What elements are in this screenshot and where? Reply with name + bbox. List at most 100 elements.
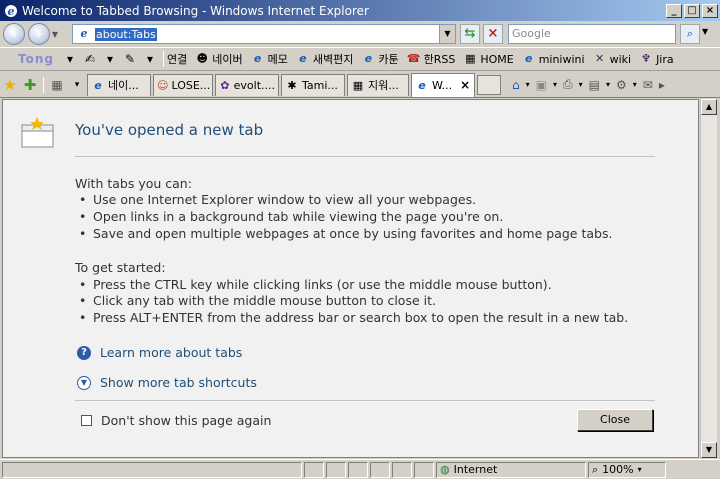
scrap-icon[interactable]: ✍ [82, 51, 98, 67]
home-icon[interactable]: ⌂ [512, 78, 520, 92]
ie-page-icon: e [76, 27, 92, 42]
address-dropdown[interactable]: ▼ [439, 25, 455, 43]
tools-dropdown[interactable]: ▾ [633, 80, 637, 89]
recent-pages-dropdown[interactable]: ▼ [50, 30, 60, 39]
zoom-icon: ⌕ [592, 462, 599, 476]
close-button[interactable]: Close [577, 409, 653, 431]
close-window-button[interactable]: × [702, 3, 718, 18]
link-memo[interactable]: e 메모 [251, 51, 288, 67]
zoom-control[interactable]: ⌕ 100% ▾ [588, 461, 666, 478]
status-text-panel [2, 461, 302, 478]
ie-page-icon: e [364, 52, 373, 65]
help-icon[interactable]: ▸ [659, 78, 665, 92]
links-toolbar: Tong ▾ ✍ ▾ ✎ ▾ 연결 ☻ 네이버 e 메모 e 새벽편지 e 카툰 ☎ 한R… [0, 47, 720, 71]
stop-icon: × [487, 26, 499, 41]
vertical-scrollbar[interactable]: ▲ ▼ [700, 99, 717, 458]
link-dawn-letter[interactable]: e 새벽편지 [296, 51, 353, 67]
page-icon: ▦ [352, 78, 364, 92]
toolbar-dropdown-icon[interactable]: ▾ [62, 51, 78, 67]
link-home[interactable]: ▦ HOME [463, 52, 514, 66]
feeds-icon[interactable]: ▣ [536, 78, 547, 92]
stop-button[interactable]: × [483, 24, 503, 44]
command-bar: ⌂ ▾ ▣ ▾ ⎙ ▾ ▤ ▾ ⚙ ▾ ✉ ▸ [509, 77, 668, 92]
dont-show-option[interactable]: Don't show this page again [81, 413, 271, 428]
status-panel [304, 461, 324, 478]
evolt-icon: ✿ [220, 78, 230, 92]
search-options-dropdown[interactable]: ▼ [702, 27, 714, 36]
add-favorite-icon[interactable]: ✚ [20, 76, 40, 94]
divider [75, 156, 655, 157]
list-item: Open links in a background tab while vie… [79, 209, 503, 224]
link-naver[interactable]: ☻ 네이버 [195, 51, 242, 67]
research-icon[interactable]: ✉ [643, 78, 653, 92]
tab-evolt[interactable]: ✿ evolt.... [215, 73, 279, 96]
print-dropdown[interactable]: ▾ [579, 80, 583, 89]
wiki-icon: ✕ [594, 52, 605, 65]
toolbar-separator [162, 51, 164, 67]
status-panel [370, 461, 390, 478]
title-bar: e Welcome to Tabbed Browsing - Windows I… [0, 0, 720, 21]
tab-tami[interactable]: ✱ Tami... [281, 73, 345, 96]
tab-naver[interactable]: e 네이... [87, 73, 151, 96]
toolbar-dropdown-icon[interactable]: ▾ [102, 51, 118, 67]
quick-tabs-icon[interactable]: ▦ [47, 78, 67, 92]
link-connect[interactable]: 연결 [167, 51, 187, 67]
search-button[interactable]: ⌕ [680, 24, 700, 44]
tab-welcome[interactable]: e W... × [411, 72, 475, 97]
scroll-down-button[interactable]: ▼ [701, 442, 717, 458]
minimize-button[interactable]: _ [666, 3, 682, 18]
address-text[interactable]: about:Tabs [95, 27, 157, 41]
link-wiki[interactable]: ✕ wiki [593, 52, 631, 66]
tab-lose[interactable]: ☺ LOSE... [153, 73, 213, 96]
tong-logo[interactable]: Tong [18, 52, 54, 66]
dont-show-checkbox[interactable] [81, 415, 92, 426]
forward-arrow-icon: › [36, 26, 42, 42]
close-tab-button[interactable]: × [460, 78, 470, 92]
forward-button[interactable]: › [28, 23, 50, 45]
expand-chevron-icon: ▼ [77, 375, 91, 390]
page-dropdown[interactable]: ▾ [606, 80, 610, 89]
feeds-dropdown[interactable]: ▾ [553, 80, 557, 89]
address-bar[interactable]: e about:Tabs ▼ [72, 24, 456, 44]
tab-bar: ★ ✚ ▦ ▾ e 네이... ☺ LOSE... ✿ evolt.... ✱ Tami… [0, 72, 720, 98]
scroll-up-button[interactable]: ▲ [701, 99, 717, 115]
link-jira[interactable]: ♆ Jira [639, 52, 674, 66]
status-panel [414, 461, 434, 478]
ie-page-icon: e [299, 52, 307, 65]
toolbar-dropdown-icon[interactable]: ▾ [142, 51, 158, 67]
spider-icon: ✱ [287, 78, 297, 92]
back-arrow-icon: ‹ [11, 26, 17, 42]
status-panel [326, 461, 346, 478]
ie-logo-icon: e [3, 3, 19, 19]
status-bar: ◍ Internet ⌕ 100% ▾ [0, 459, 720, 479]
list-item: Click any tab with the middle mouse butt… [79, 293, 436, 308]
tab-list-dropdown[interactable]: ▾ [67, 80, 87, 90]
zoom-dropdown[interactable]: ▾ [638, 465, 642, 474]
security-zone[interactable]: ◍ Internet [436, 461, 586, 478]
svg-text:e: e [81, 27, 88, 39]
link-miniwini[interactable]: e miniwini [522, 52, 585, 66]
with-tabs-heading: With tabs you can: [75, 176, 192, 191]
favorites-star-icon[interactable]: ★ [0, 76, 20, 94]
link-cartoon[interactable]: e 카툰 [361, 51, 399, 67]
jira-icon: ♆ [641, 52, 651, 65]
tab-delete[interactable]: ▦ 지워... [347, 73, 409, 96]
maximize-button[interactable]: □ [684, 3, 700, 18]
new-tab-button[interactable] [477, 74, 501, 95]
link-rss[interactable]: ☎ 한RSS [407, 51, 456, 67]
page-title: You've opened a new tab [75, 121, 264, 139]
tools-gear-icon[interactable]: ⚙ [616, 78, 627, 92]
home-dropdown[interactable]: ▾ [526, 80, 530, 89]
refresh-button[interactable]: ⇆ [460, 24, 480, 44]
globe-icon: ◍ [440, 463, 450, 476]
ie-page-icon: e [524, 52, 533, 65]
back-button[interactable]: ‹ [3, 23, 25, 45]
get-started-heading: To get started: [75, 260, 166, 275]
search-input[interactable]: Google [508, 24, 676, 44]
list-item: Press ALT+ENTER from the address bar or … [79, 310, 628, 325]
print-icon[interactable]: ⎙ [563, 77, 573, 92]
learn-more-link[interactable]: ? Learn more about tabs [77, 345, 242, 360]
show-shortcuts-link[interactable]: ▼ Show more tab shortcuts [77, 375, 257, 390]
page-menu-icon[interactable]: ▤ [589, 78, 600, 92]
edit-icon[interactable]: ✎ [122, 51, 138, 67]
